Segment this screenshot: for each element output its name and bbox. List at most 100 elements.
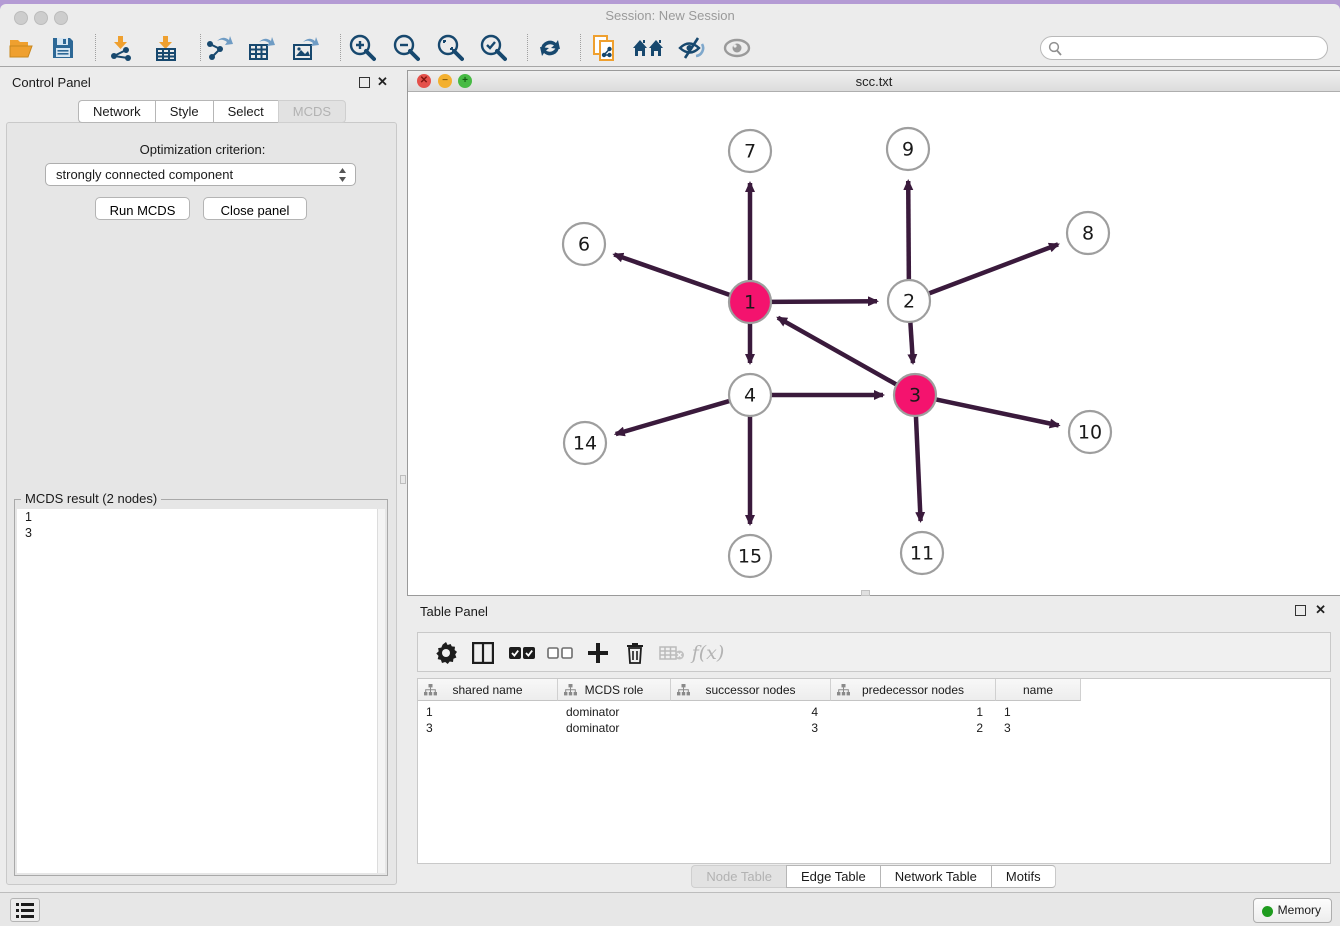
export-network-icon[interactable] xyxy=(202,33,236,63)
graph-node-8[interactable]: 8 xyxy=(1067,212,1109,254)
cell-shared-name[interactable]: 1 xyxy=(418,704,558,721)
export-image-icon[interactable] xyxy=(289,33,323,63)
table-toggle-panel-icon[interactable] xyxy=(467,638,499,668)
deselect-all-columns-icon[interactable] xyxy=(544,638,576,668)
network-window-title: scc.txt xyxy=(408,74,1340,89)
column-header-mcds-role[interactable]: MCDS role xyxy=(558,679,671,701)
float-panel-icon[interactable] xyxy=(359,77,370,88)
zoom-selected-icon[interactable] xyxy=(476,33,510,63)
graph-node-15[interactable]: 15 xyxy=(729,535,771,577)
mcds-result-item[interactable]: 3 xyxy=(17,525,385,541)
refresh-icon[interactable] xyxy=(533,33,567,63)
column-label: shared name xyxy=(452,683,522,697)
save-session-icon[interactable] xyxy=(46,33,80,63)
table-float-panel-icon[interactable] xyxy=(1295,605,1306,616)
vertical-splitter[interactable] xyxy=(399,67,407,892)
svg-text:8: 8 xyxy=(1082,223,1094,245)
memory-button[interactable]: Memory xyxy=(1253,898,1332,923)
run-mcds-button[interactable]: Run MCDS xyxy=(95,197,190,220)
import-table-icon[interactable] xyxy=(149,33,183,63)
optimization-criterion-dropdown[interactable]: strongly connected component xyxy=(45,163,356,186)
mcds-result-item[interactable]: 1 xyxy=(17,509,385,525)
open-file-icon[interactable] xyxy=(5,33,39,63)
show-panels-list-button[interactable] xyxy=(10,898,40,922)
search-input[interactable] xyxy=(1067,39,1319,57)
function-builder-icon[interactable]: f(x) xyxy=(692,638,724,668)
search-box xyxy=(1040,36,1328,60)
close-panel-icon[interactable]: ✕ xyxy=(377,74,388,90)
show-graphics-details-icon[interactable] xyxy=(675,33,709,63)
tab-node-table[interactable]: Node Table xyxy=(691,865,786,888)
graph-edge-4-14[interactable] xyxy=(616,400,732,434)
svg-text:4: 4 xyxy=(744,385,756,407)
network-canvas[interactable]: 7 9 6 8 1 2 4 3 14 10 15 11 xyxy=(408,93,1340,595)
tab-edge-table[interactable]: Edge Table xyxy=(786,865,880,888)
tab-network-table[interactable]: Network Table xyxy=(880,865,991,888)
svg-text:11: 11 xyxy=(910,543,934,565)
graph-node-1[interactable]: 1 xyxy=(729,281,771,323)
column-header-successor-nodes[interactable]: successor nodes xyxy=(671,679,831,701)
graph-node-3[interactable]: 3 xyxy=(894,374,936,416)
graph-node-10[interactable]: 10 xyxy=(1069,411,1111,453)
node-table: shared name MCDS role successor nodes pr… xyxy=(417,678,1331,864)
import-network-icon[interactable] xyxy=(104,33,138,63)
add-column-icon[interactable] xyxy=(582,638,614,668)
graph-edge-2-9[interactable] xyxy=(908,181,909,282)
svg-text:9: 9 xyxy=(902,139,914,161)
zoom-fit-icon[interactable] xyxy=(433,33,467,63)
cell-predecessor-nodes[interactable]: 1 xyxy=(831,704,996,721)
tab-motifs[interactable]: Motifs xyxy=(991,865,1056,888)
graph-edge-2-8[interactable] xyxy=(927,244,1058,294)
table-close-panel-icon[interactable]: ✕ xyxy=(1315,602,1326,618)
homes-icon[interactable] xyxy=(631,33,665,63)
graph-node-2[interactable]: 2 xyxy=(888,280,930,322)
table-row[interactable]: 3 dominator 3 2 3 xyxy=(418,720,1081,737)
cell-name[interactable]: 1 xyxy=(996,704,1081,721)
export-table-icon[interactable] xyxy=(245,33,279,63)
column-header-predecessor-nodes[interactable]: predecessor nodes xyxy=(831,679,996,701)
tab-style[interactable]: Style xyxy=(155,100,213,123)
graph-edge-2-3[interactable] xyxy=(910,320,913,363)
hide-graphics-details-icon[interactable] xyxy=(720,33,754,63)
tab-network[interactable]: Network xyxy=(78,100,155,123)
close-panel-button[interactable]: Close panel xyxy=(203,197,307,220)
dropdown-value: strongly connected component xyxy=(56,167,233,182)
table-settings-gear-icon[interactable] xyxy=(430,638,462,668)
graph-node-7[interactable]: 7 xyxy=(729,130,771,172)
cell-mcds-role[interactable]: dominator xyxy=(558,704,671,721)
zoom-in-icon[interactable] xyxy=(345,33,379,63)
graph-edge-1-6[interactable] xyxy=(614,255,732,296)
tab-mcds[interactable]: MCDS xyxy=(278,100,346,123)
table-row[interactable]: 1 dominator 4 1 1 xyxy=(418,704,1081,721)
cell-successor-nodes[interactable]: 3 xyxy=(671,720,831,737)
cell-predecessor-nodes[interactable]: 2 xyxy=(831,720,996,737)
result-scrollbar[interactable] xyxy=(377,509,385,873)
attribute-icon xyxy=(424,684,437,696)
graph-node-6[interactable]: 6 xyxy=(563,223,605,265)
zoom-out-icon[interactable] xyxy=(389,33,423,63)
graph-edge-3-11[interactable] xyxy=(916,414,921,521)
svg-text:2: 2 xyxy=(903,291,915,313)
graph-edge-3-10[interactable] xyxy=(934,399,1059,425)
tab-select[interactable]: Select xyxy=(213,100,278,123)
cell-successor-nodes[interactable]: 4 xyxy=(671,704,831,721)
column-header-shared-name[interactable]: shared name xyxy=(418,679,558,701)
graph-node-9[interactable]: 9 xyxy=(887,128,929,170)
select-all-columns-icon[interactable] xyxy=(506,638,538,668)
delete-table-icon[interactable] xyxy=(656,638,688,668)
cell-mcds-role[interactable]: dominator xyxy=(558,720,671,737)
graph-node-11[interactable]: 11 xyxy=(901,532,943,574)
horizontal-splitter-grip[interactable] xyxy=(861,590,870,596)
column-header-name[interactable]: name xyxy=(996,679,1081,701)
main-toolbar xyxy=(0,28,1340,67)
svg-text:15: 15 xyxy=(738,546,762,568)
cell-name[interactable]: 3 xyxy=(996,720,1081,737)
cell-shared-name[interactable]: 3 xyxy=(418,720,558,737)
table-header-row: shared name MCDS role successor nodes pr… xyxy=(418,679,1081,701)
graph-node-14[interactable]: 14 xyxy=(564,422,606,464)
graph-edge-1-2[interactable] xyxy=(769,301,877,302)
graph-node-4[interactable]: 4 xyxy=(729,374,771,416)
delete-column-icon[interactable] xyxy=(619,638,651,668)
duplicate-network-icon[interactable] xyxy=(588,33,622,63)
graph-edge-3-1[interactable] xyxy=(778,318,899,386)
